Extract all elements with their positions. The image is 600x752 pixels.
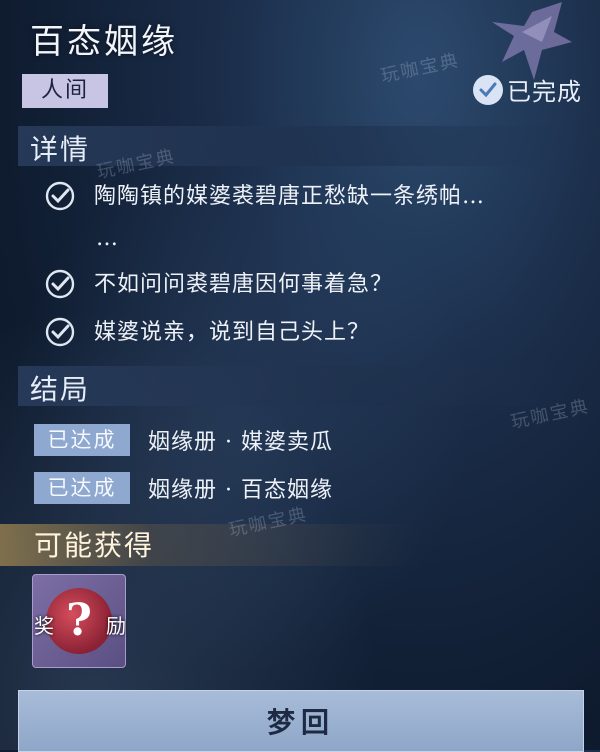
detail-item: 媒婆说亲，说到自己头上？: [44, 316, 370, 350]
return-button-label: 梦回: [266, 706, 335, 739]
rewards-section-title: 可能获得: [34, 529, 155, 562]
reward-question-mark: ?: [66, 595, 92, 646]
check-circle-icon: [45, 181, 75, 211]
completion-status: 已完成: [473, 72, 582, 107]
check-circle-icon: [45, 269, 75, 299]
quest-title: 百态姻缘: [30, 22, 178, 62]
reward-label-left: 奖: [34, 614, 54, 638]
return-button[interactable]: 梦回: [18, 690, 584, 752]
ending-name: 姻缘册 · 媒婆卖瓜: [148, 430, 333, 455]
watermark: 玩咖宝典: [379, 49, 462, 88]
details-section-title: 详情: [30, 133, 91, 166]
ending-item[interactable]: 已达成 姻缘册 · 百态姻缘: [34, 472, 333, 504]
detail-continuation: …: [96, 226, 118, 251]
detail-item: 陶陶镇的媒婆裘碧唐正愁缺一条绣帕…: [44, 180, 485, 214]
achieved-badge: 已达成: [34, 472, 130, 504]
mystery-reward-icon: ? 奖 励: [34, 588, 126, 654]
detail-text: 不如问问裘碧唐因何事着急？: [94, 272, 394, 297]
achieved-badge: 已达成: [34, 424, 130, 456]
reward-label-right: 励: [106, 614, 126, 638]
ending-name: 姻缘册 · 百态姻缘: [148, 478, 333, 503]
endings-section-title: 结局: [30, 373, 91, 406]
reward-item[interactable]: ? 奖 励: [32, 574, 126, 668]
completion-status-label: 已完成: [507, 78, 582, 106]
ending-item[interactable]: 已达成 姻缘册 · 媒婆卖瓜: [34, 424, 333, 456]
detail-text: 陶陶镇的媒婆裘碧唐正愁缺一条绣帕…: [94, 184, 486, 209]
check-circle-icon: [45, 317, 75, 347]
completed-check-icon: [473, 74, 503, 105]
detail-text: 媒婆说亲，说到自己头上？: [94, 320, 371, 345]
detail-item: 不如问问裘碧唐因何事着急？: [44, 268, 393, 302]
endings-section-bar: [18, 366, 578, 406]
realm-tag: 人间: [22, 74, 108, 108]
